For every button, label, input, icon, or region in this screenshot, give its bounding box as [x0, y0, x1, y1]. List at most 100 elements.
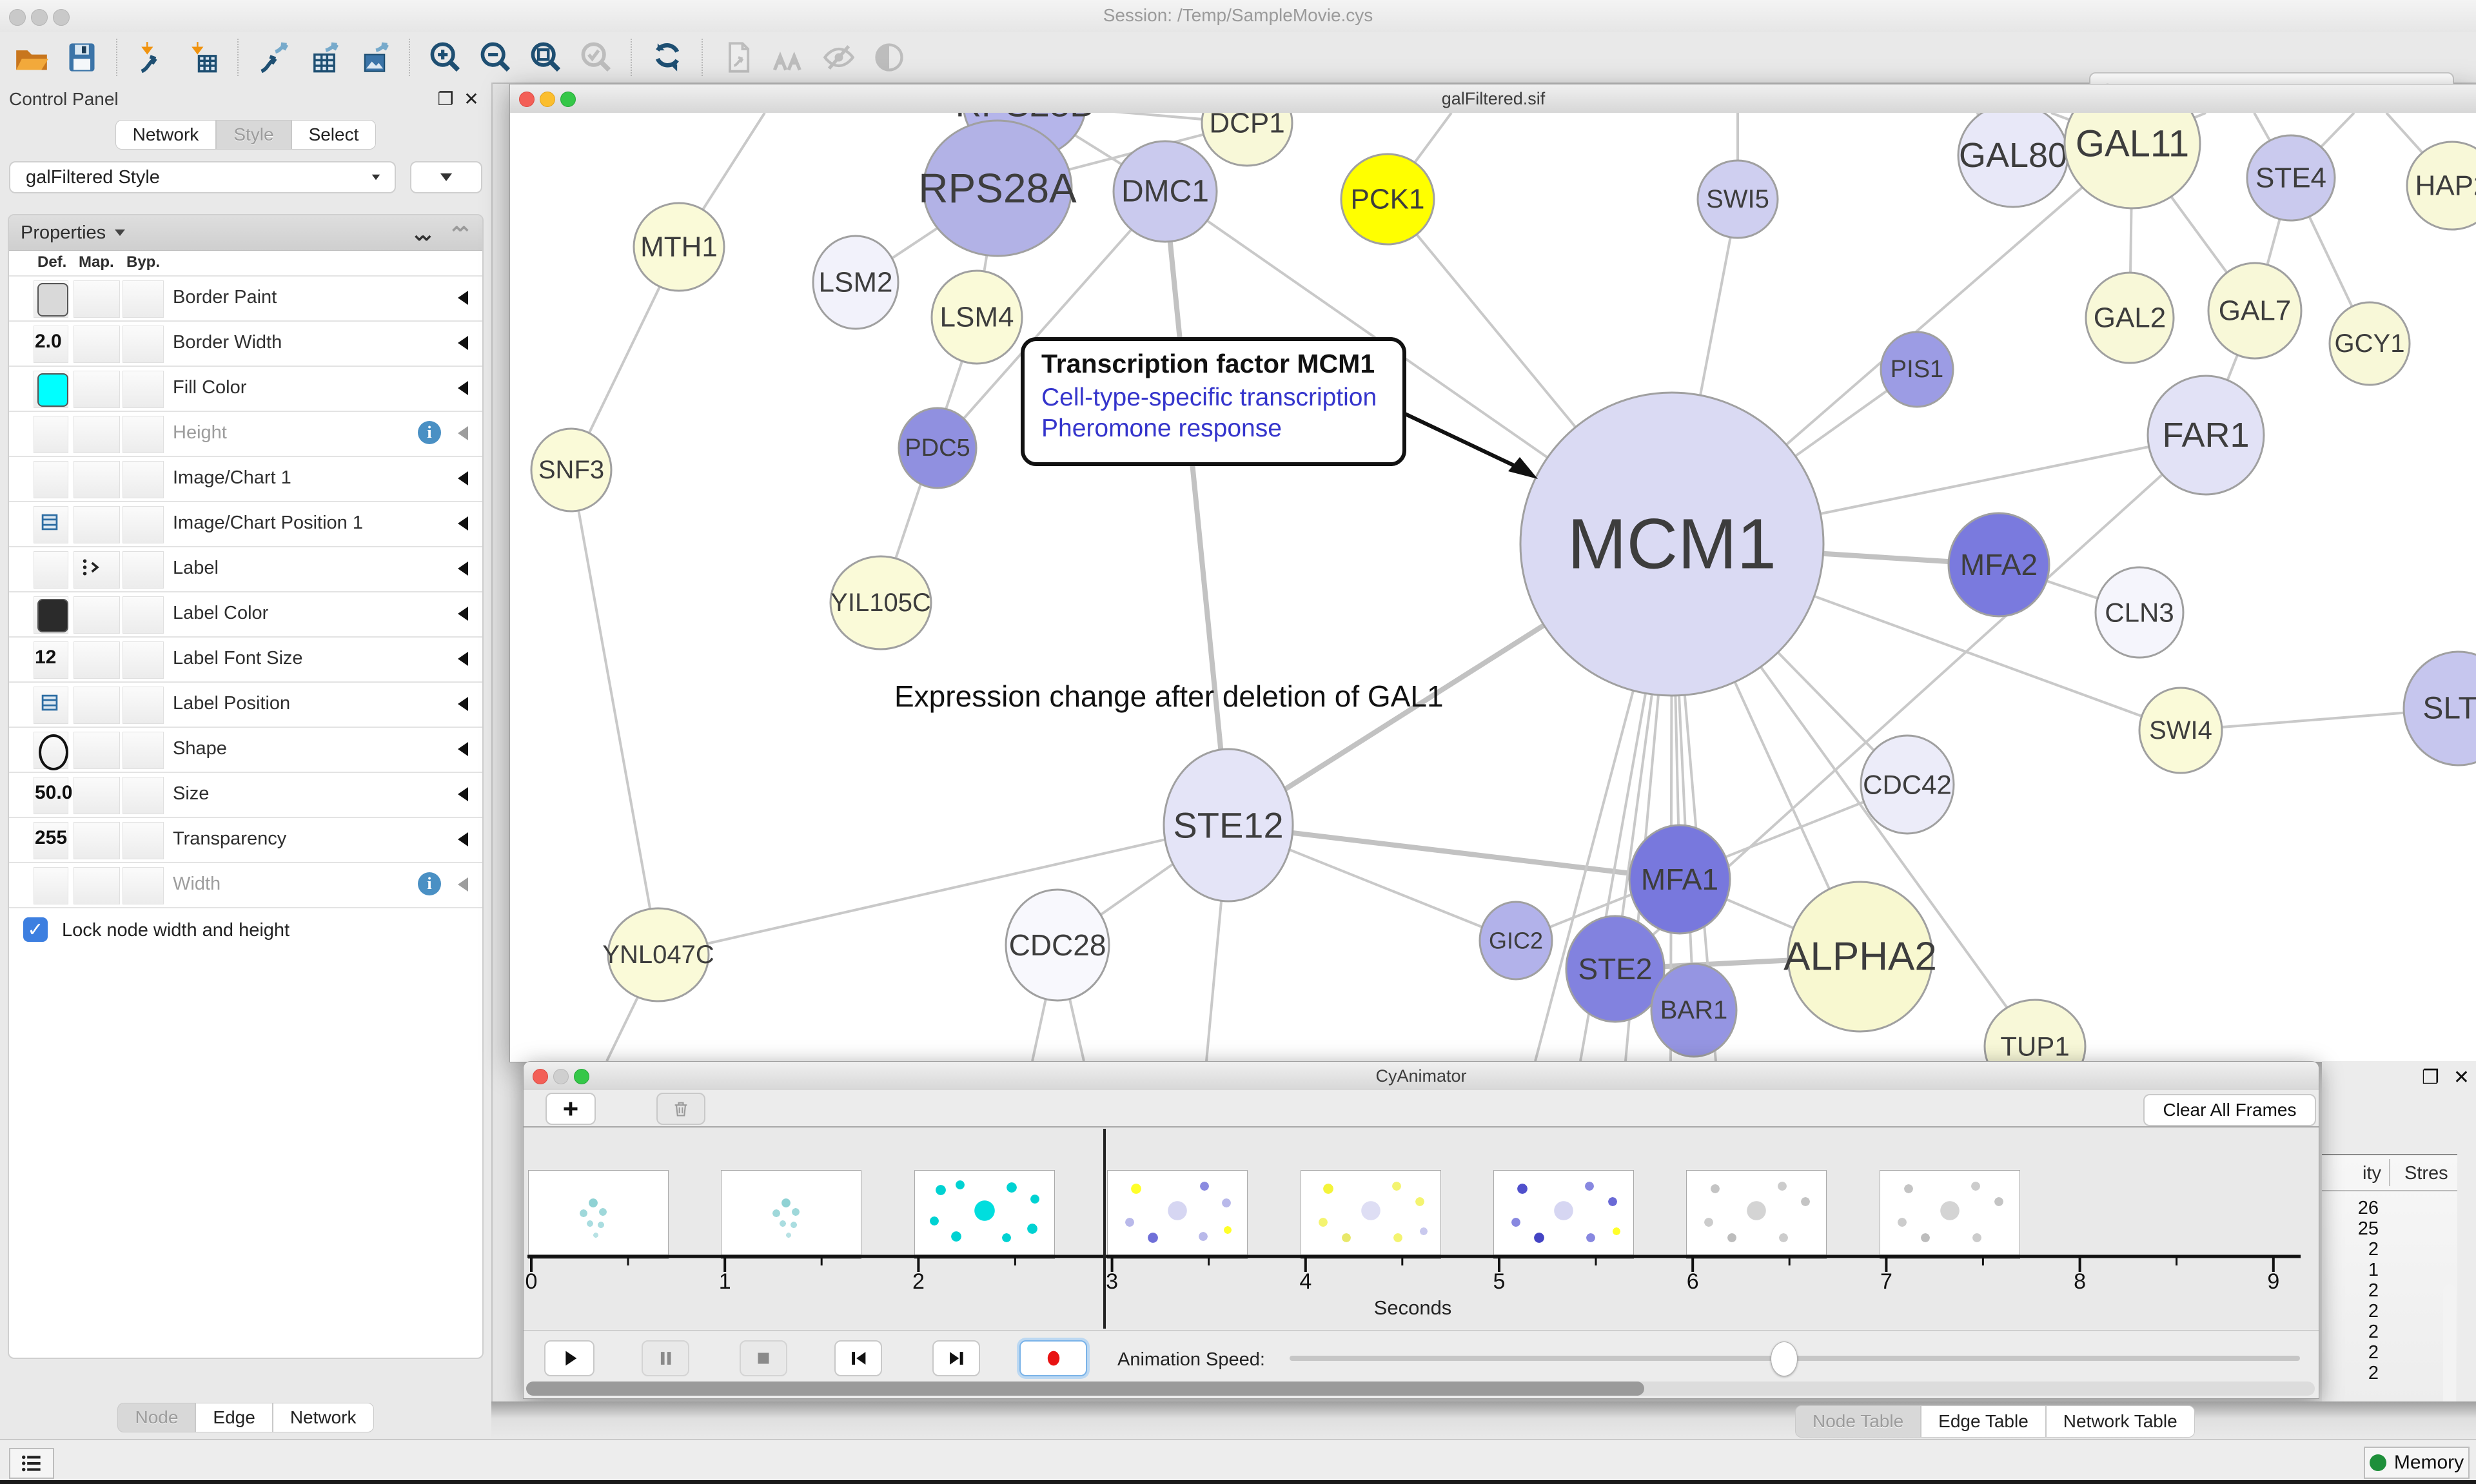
- node-cdc42[interactable]: CDC42: [1861, 736, 1954, 834]
- open-session-icon[interactable]: [12, 37, 52, 77]
- node-pis1[interactable]: PIS1: [1881, 332, 1953, 407]
- zoom-fit-icon[interactable]: [526, 37, 566, 77]
- table-cell-value[interactable]: 2: [2368, 1239, 2379, 1260]
- show-details-icon[interactable]: [869, 37, 909, 77]
- table-cell-value[interactable]: 2: [2368, 1301, 2379, 1322]
- frame-thumbnail-5[interactable]: [1493, 1170, 1634, 1255]
- node-gal7[interactable]: GAL7: [2208, 263, 2301, 358]
- mapping-cell[interactable]: [74, 732, 120, 769]
- default-value-cell[interactable]: [34, 867, 68, 904]
- node-slt2[interactable]: SLT2: [2404, 652, 2476, 765]
- collapse-arrow-icon[interactable]: [458, 697, 468, 711]
- table-cell-value[interactable]: 25: [2358, 1218, 2379, 1240]
- node-ste4[interactable]: STE4: [2247, 135, 2335, 220]
- node-pck1[interactable]: PCK1: [1341, 154, 1434, 244]
- default-value[interactable]: 2.0: [35, 331, 112, 353]
- mapping-cell[interactable]: [74, 371, 120, 408]
- collapse-arrow-icon[interactable]: [458, 652, 468, 666]
- collapse-arrow-icon[interactable]: [458, 336, 468, 350]
- bypass-cell[interactable]: [123, 416, 164, 453]
- property-row-transparency[interactable]: 255Transparency: [9, 817, 482, 862]
- property-row-fill-color[interactable]: Fill Color: [9, 366, 482, 411]
- frame-thumbnail-7[interactable]: [1880, 1170, 2020, 1255]
- record-button[interactable]: [1019, 1340, 1087, 1376]
- frame-thumbnail-3[interactable]: [1107, 1170, 1248, 1255]
- info-icon[interactable]: i: [418, 421, 441, 444]
- frame-thumbnail-6[interactable]: [1686, 1170, 1827, 1255]
- table-cell-value[interactable]: 2: [2368, 1363, 2379, 1384]
- collapse-arrow-icon[interactable]: [458, 291, 468, 305]
- default-value-cell[interactable]: [34, 551, 68, 589]
- property-row-label-position[interactable]: Label Position: [9, 681, 482, 727]
- play-button[interactable]: [544, 1340, 594, 1376]
- cyanimator-titlebar[interactable]: CyAnimator: [524, 1062, 2319, 1091]
- frame-thumbnail-2[interactable]: [914, 1170, 1055, 1255]
- tab-edge-table[interactable]: Edge Table: [1921, 1405, 2046, 1438]
- tab-network[interactable]: Network: [115, 120, 217, 150]
- bypass-cell[interactable]: [123, 371, 164, 408]
- close-panel-icon[interactable]: ✕: [2453, 1066, 2470, 1089]
- property-row-height[interactable]: Heighti: [9, 411, 482, 456]
- node-far1[interactable]: FAR1: [2148, 376, 2264, 494]
- tab-select[interactable]: Select: [291, 120, 377, 150]
- color-swatch[interactable]: [37, 283, 68, 317]
- bypass-cell[interactable]: [123, 822, 164, 859]
- node-cln3[interactable]: CLN3: [2096, 567, 2183, 658]
- annotation-box[interactable]: Transcription factor MCM1 Cell-type-spec…: [1021, 337, 1406, 466]
- collapse-arrow-icon[interactable]: [458, 516, 468, 531]
- node-lsm4[interactable]: LSM4: [932, 271, 1022, 364]
- edge[interactable]: [1165, 191, 1228, 825]
- collapse-arrow-icon[interactable]: [458, 381, 468, 395]
- bypass-cell[interactable]: [123, 506, 164, 543]
- tab-edge[interactable]: Edge: [195, 1403, 272, 1432]
- node-lsm2[interactable]: LSM2: [813, 236, 898, 329]
- import-table-icon[interactable]: [183, 37, 223, 77]
- animation-speed-thumb[interactable]: [1771, 1342, 1798, 1376]
- close-panel-icon[interactable]: ✕: [462, 89, 481, 108]
- position-icon[interactable]: [39, 513, 61, 535]
- mapping-cell[interactable]: [74, 280, 120, 318]
- timeline-scrollbar[interactable]: [526, 1381, 2315, 1396]
- collapse-arrow-icon[interactable]: [458, 832, 468, 846]
- column-divider[interactable]: [2389, 1159, 2390, 1186]
- bypass-cell[interactable]: [123, 596, 164, 634]
- memory-button[interactable]: Memory: [2364, 1447, 2470, 1479]
- property-row-shape[interactable]: Shape: [9, 727, 482, 772]
- bundle-edges-icon[interactable]: [769, 37, 809, 77]
- table-cell-value[interactable]: 26: [2358, 1198, 2379, 1219]
- node-snf3[interactable]: SNF3: [531, 429, 611, 511]
- export-table-icon[interactable]: [304, 37, 344, 77]
- default-value-cell[interactable]: [34, 416, 68, 453]
- float-panel-icon[interactable]: ❐: [436, 89, 455, 108]
- node-ynl047c[interactable]: YNL047C: [602, 908, 714, 1001]
- node-gal80[interactable]: GAL80: [1958, 113, 2068, 207]
- node-ste2[interactable]: STE2: [1566, 916, 1664, 1022]
- bypass-cell[interactable]: [123, 777, 164, 814]
- apply-layout-icon[interactable]: [647, 37, 687, 77]
- default-value-cell[interactable]: [34, 461, 68, 498]
- tab-style[interactable]: Style: [216, 120, 291, 150]
- property-row-label-color[interactable]: Label Color: [9, 591, 482, 636]
- property-row-width[interactable]: Widthi: [9, 862, 482, 907]
- clone-network-icon[interactable]: [718, 37, 758, 77]
- property-row-image-chart-1[interactable]: Image/Chart 1: [9, 456, 482, 501]
- bypass-cell[interactable]: [123, 461, 164, 498]
- default-value[interactable]: 50.0: [35, 782, 112, 804]
- node-dcp1[interactable]: DCP1: [1202, 113, 1292, 166]
- bypass-cell[interactable]: [123, 687, 164, 724]
- mapping-cell[interactable]: [74, 687, 120, 724]
- node-mth1[interactable]: MTH1: [634, 203, 724, 291]
- color-swatch[interactable]: [37, 373, 68, 407]
- node-pdc5[interactable]: PDC5: [899, 408, 976, 488]
- node-bar1[interactable]: BAR1: [1651, 964, 1736, 1057]
- frame-thumbnail-1[interactable]: [721, 1170, 861, 1255]
- skip-start-button[interactable]: [834, 1340, 882, 1376]
- node-alpha2[interactable]: ALPHA2: [1783, 882, 1937, 1031]
- table-cell-value[interactable]: 2: [2368, 1280, 2379, 1302]
- color-swatch[interactable]: [37, 599, 68, 632]
- mapping-cell[interactable]: [74, 596, 120, 634]
- collapse-all-icon[interactable]: ⌃⌃: [449, 223, 463, 246]
- style-options-button[interactable]: [410, 161, 482, 193]
- bypass-cell[interactable]: [123, 280, 164, 318]
- node-yil105c[interactable]: YIL105C: [830, 556, 931, 649]
